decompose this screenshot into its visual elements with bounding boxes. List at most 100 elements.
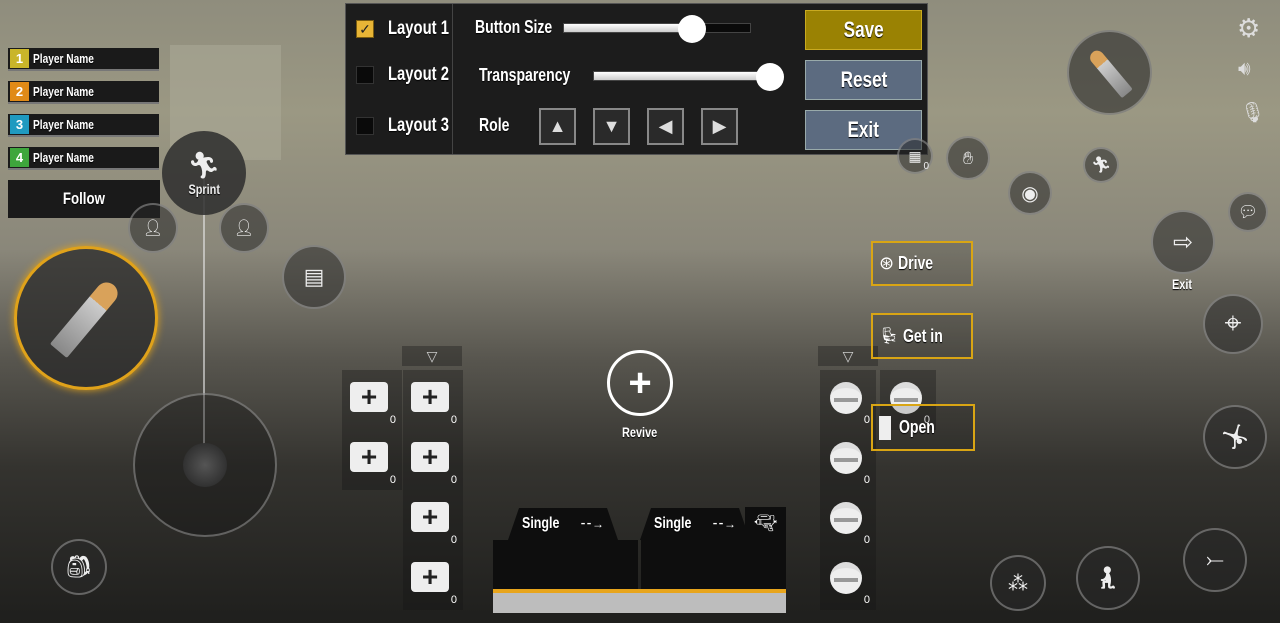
- layout-3-checkbox[interactable]: [356, 117, 374, 135]
- item-count: 0: [863, 534, 870, 546]
- arrow-up-icon: ▲: [548, 116, 567, 136]
- open-door-button[interactable]: Open: [871, 404, 975, 451]
- chat-button[interactable]: 💬︎: [1228, 192, 1268, 232]
- seat-icon: 💺︎: [879, 328, 900, 345]
- weapon-slot-2[interactable]: [641, 540, 786, 590]
- fire-button[interactable]: [14, 246, 158, 390]
- sprint-button[interactable]: 🏃︎ Sprint: [162, 131, 246, 215]
- weapon-slot-1[interactable]: [493, 540, 638, 590]
- free-look-button[interactable]: ◉: [1008, 171, 1052, 215]
- open-label: Open: [899, 417, 935, 437]
- aim-button[interactable]: ⌖: [1203, 294, 1263, 354]
- transparency-slider[interactable]: [593, 63, 784, 91]
- medkit-slot[interactable]: +0: [342, 370, 402, 430]
- crouch-icon: 🧎︎: [1094, 565, 1122, 590]
- reset-button[interactable]: Reset: [805, 60, 922, 100]
- grenade-expand-chevron[interactable]: ▽: [818, 346, 878, 366]
- revive-label: Revive: [622, 424, 658, 440]
- item-count: 0: [863, 594, 870, 606]
- reload-button[interactable]: ⁂: [990, 555, 1046, 611]
- grenade-icon: [830, 382, 862, 414]
- slider-thumb[interactable]: [678, 15, 707, 43]
- layout-2-label: Layout 2: [388, 64, 449, 85]
- slider-thumb[interactable]: [755, 63, 784, 91]
- reload-bullets-icon: ⁂: [1008, 572, 1028, 595]
- joystick-knob[interactable]: [183, 443, 227, 487]
- plus-icon: +: [628, 360, 652, 405]
- medkit-slot[interactable]: +0: [342, 430, 402, 490]
- grenade-slot[interactable]: 0: [820, 370, 876, 430]
- get-in-button[interactable]: 💺︎ Get in: [871, 313, 973, 359]
- lean-left-button[interactable]: 👤︎: [128, 203, 178, 253]
- fire-mode-label: Single: [521, 515, 560, 532]
- follow-label: Follow: [62, 189, 105, 208]
- grenade-slot[interactable]: 0: [820, 490, 876, 550]
- prone-icon: ⤚: [1206, 547, 1224, 572]
- jumping-man-icon: 🤸︎: [1219, 423, 1251, 451]
- grenade-slot[interactable]: 0: [820, 430, 876, 490]
- player-row[interactable]: 3 Player Name: [8, 114, 159, 137]
- exit-label: Exit: [847, 117, 880, 142]
- player-name: Player Name: [33, 117, 94, 132]
- exit-vehicle-button[interactable]: ⇨: [1151, 210, 1215, 274]
- prone-button[interactable]: ⤚: [1183, 528, 1247, 592]
- medkit-slot[interactable]: +0: [403, 490, 463, 550]
- scope-mode-button[interactable]: ▤: [282, 245, 346, 309]
- exit-vehicle-label: Exit: [1172, 276, 1193, 292]
- layout-2-checkbox[interactable]: [356, 66, 374, 84]
- item-count: 0: [863, 414, 870, 426]
- speaker-icon[interactable]: 🔊︎: [1238, 58, 1251, 81]
- save-button[interactable]: Save: [805, 10, 922, 50]
- hand-icon: ✋︎: [962, 147, 974, 168]
- crouch-button[interactable]: 🧎︎: [1076, 546, 1140, 610]
- medkit-slot[interactable]: +0: [403, 430, 463, 490]
- grenade-slot[interactable]: 0: [820, 550, 876, 610]
- grenade-icon: [830, 562, 862, 594]
- eye-icon: ◉: [1021, 182, 1039, 205]
- item-count: 0: [450, 414, 457, 426]
- fire-mode-arrow-icon: ⁃⁃→: [580, 517, 604, 531]
- medkit-slot[interactable]: +0: [403, 550, 463, 610]
- revive-button[interactable]: +: [607, 350, 673, 416]
- fire-mode-toggle-2[interactable]: Single ⁃⁃→: [640, 508, 750, 540]
- save-label: Save: [843, 17, 884, 42]
- exit-door-icon: ⇨: [1172, 228, 1194, 256]
- item-count: 0: [863, 474, 870, 486]
- backpack-icon: 🎒︎: [65, 554, 93, 579]
- player-row[interactable]: 1 Player Name: [8, 48, 159, 71]
- move-down-button[interactable]: ▼: [593, 108, 630, 145]
- drive-button[interactable]: ⊛ Drive: [871, 241, 973, 286]
- player-row[interactable]: 4 Player Name: [8, 147, 159, 170]
- medkit-icon: +: [411, 382, 449, 412]
- medkit-slot[interactable]: +0: [403, 370, 463, 430]
- move-right-button[interactable]: ▶: [701, 108, 738, 145]
- backpack-button[interactable]: 🎒︎: [51, 539, 107, 595]
- quick-sprint-button[interactable]: 🏃︎: [1083, 147, 1119, 183]
- item-count: 0: [450, 474, 457, 486]
- movement-joystick[interactable]: [133, 393, 277, 537]
- settings-gear-icon[interactable]: ⚙: [1237, 13, 1260, 44]
- player-row[interactable]: 2 Player Name: [8, 81, 159, 104]
- layout-1-checkbox[interactable]: ✓: [356, 20, 374, 38]
- microphone-icon[interactable]: 🎙︎: [1240, 100, 1265, 125]
- medkit-icon: +: [411, 562, 449, 592]
- fire-mode-toggle-1[interactable]: Single ⁃⁃→: [508, 508, 618, 540]
- move-left-button[interactable]: ◀: [647, 108, 684, 145]
- right-fire-button[interactable]: [1067, 30, 1152, 115]
- ammo-button[interactable]: ▦ 0: [897, 138, 933, 174]
- move-up-button[interactable]: ▲: [539, 108, 576, 145]
- fire-mode-arrow-icon: ⁃⁃→: [712, 517, 736, 531]
- lean-right-button[interactable]: 👤︎: [219, 203, 269, 253]
- chat-bubble-icon: 💬︎: [1237, 204, 1259, 221]
- grenade-icon: [830, 442, 862, 474]
- pickup-button[interactable]: ✋︎: [946, 136, 990, 180]
- drive-label: Drive: [898, 253, 934, 273]
- button-size-slider[interactable]: [563, 15, 751, 43]
- reset-label: Reset: [840, 67, 887, 92]
- divider: [452, 4, 453, 154]
- pistol-slot[interactable]: 🔫︎: [745, 507, 786, 540]
- running-icon: 🏃︎: [1090, 157, 1112, 174]
- medkit-expand-chevron[interactable]: ▽: [402, 346, 462, 366]
- jump-button[interactable]: 🤸︎: [1203, 405, 1267, 469]
- player-number: 2: [10, 82, 29, 101]
